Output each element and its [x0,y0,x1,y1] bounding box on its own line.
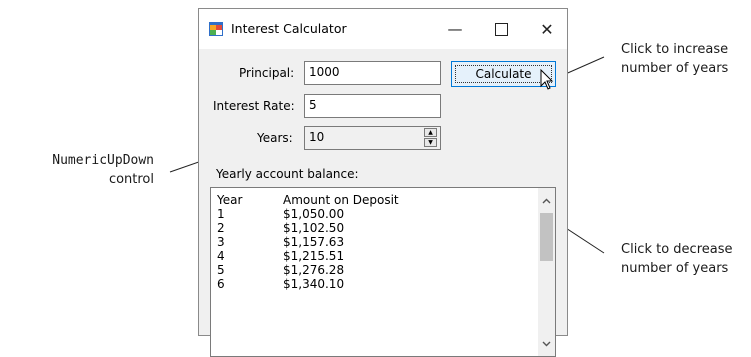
minimize-icon: — [447,20,463,38]
title-bar[interactable]: Interest Calculator — ✕ [199,9,567,49]
principal-label: Principal: [239,66,295,80]
years-decrease-button[interactable]: ▼ [424,138,437,147]
years-increase-button[interactable]: ▲ [424,128,437,137]
increase-annotation: Click to increase number of years [621,40,728,78]
amount-cell: $1,340.10 [283,277,345,291]
yearly-balance-label: Yearly account balance: [216,167,359,181]
app-window-icon [209,22,223,36]
amount-cell: $1,276.28 [283,263,345,277]
vertical-scrollbar[interactable] [538,188,555,356]
close-icon: ✕ [540,19,554,39]
year-column-header: Year [217,193,243,207]
year-cell: 1 [217,207,225,221]
year-cell: 6 [217,277,225,291]
chevron-down-icon[interactable] [538,335,555,352]
interest-calculator-window: Interest Calculator — ✕ Principal: 1000 … [198,8,568,357]
maximize-button[interactable] [478,9,524,49]
triangle-up-icon: ▲ [428,128,433,136]
year-cell: 5 [217,263,225,277]
year-cell: 4 [217,249,225,263]
window-title: Interest Calculator [231,21,347,36]
decrease-annotation: Click to decrease number of years [621,240,732,278]
updown-annotation-suffix: control [108,172,154,187]
results-listbox[interactable]: Year Amount on Deposit 1 $1,050.00 2 $1,… [210,187,556,357]
amount-cell: $1,215.51 [283,249,345,263]
maximize-icon [494,22,508,36]
amount-cell: $1,157.63 [283,235,345,249]
amount-column-header: Amount on Deposit [283,193,399,207]
years-numeric-updown[interactable]: 10 [304,126,441,150]
mouse-pointer-icon [540,69,554,90]
updown-annotation: NumericUpDown control [6,151,154,189]
triangle-down-icon: ▼ [428,138,433,146]
increase-annotation-line1: Click to increase [621,42,729,57]
interest-rate-input[interactable]: 5 [304,94,441,118]
amount-cell: $1,050.00 [283,207,345,221]
years-label: Years: [257,131,293,145]
decrease-annotation-line2: number of years [621,261,729,276]
form-client-area: Principal: 1000 Calculate Interest Rate:… [199,49,567,357]
decrease-annotation-line1: Click to decrease [621,242,733,257]
increase-annotation-line2: number of years [621,61,729,76]
year-cell: 3 [217,235,225,249]
chevron-up-icon[interactable] [538,192,555,209]
close-button[interactable]: ✕ [524,9,570,49]
interest-rate-label: Interest Rate: [213,99,295,113]
focus-rectangle [455,65,552,83]
year-cell: 2 [217,221,225,235]
amount-cell: $1,102.50 [283,221,345,235]
principal-input[interactable]: 1000 [304,61,441,85]
updown-annotation-name: NumericUpDown [52,153,154,168]
minimize-button[interactable]: — [432,9,478,49]
scrollbar-thumb[interactable] [540,213,553,261]
